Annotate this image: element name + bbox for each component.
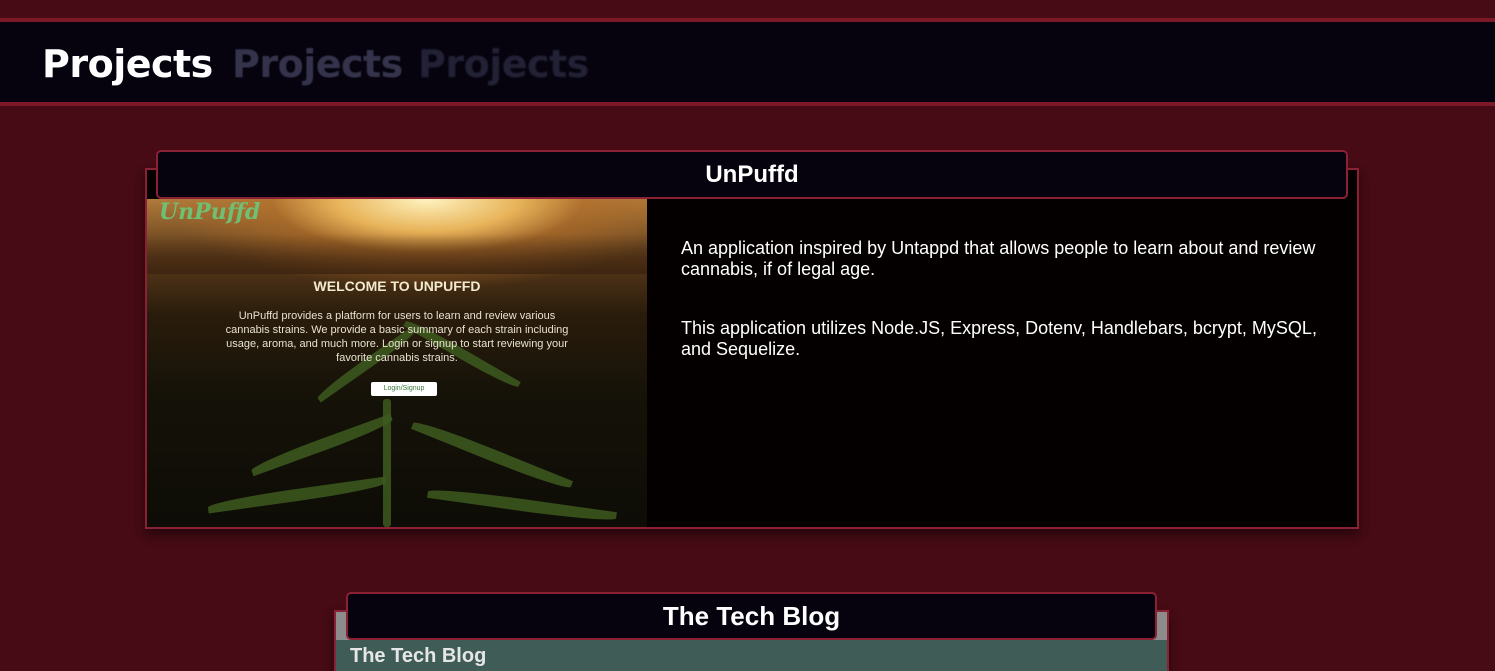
screenshot-login-button: Login/Signup (371, 382, 437, 396)
project-title-unpuffd[interactable]: UnPuffd (156, 150, 1348, 199)
screenshot-hills (147, 234, 647, 274)
project-screenshot-tech-blog[interactable]: The Tech Blog (336, 640, 1167, 671)
leaf-shape (207, 476, 387, 514)
unpuffd-logo: UnPuffd (159, 199, 261, 225)
screenshot-welcome-heading: WELCOME TO UNPUFFD (313, 278, 481, 294)
plant-stem (383, 399, 391, 527)
portfolio-page: Projects Projects Projects UnPuffd WELCO… (0, 0, 1495, 671)
projects-heading: Projects (42, 42, 213, 86)
project-description: An application inspired by Untappd that … (681, 238, 1316, 279)
tech-blog-screenshot-heading: The Tech Blog (350, 645, 487, 667)
leaf-shape (249, 413, 395, 477)
projects-heading-echo-2: Projects (418, 42, 589, 86)
screenshot-description: UnPuffd provides a platform for users to… (225, 310, 569, 364)
project-title-tech-blog[interactable]: The Tech Blog (346, 592, 1157, 640)
project-screenshot-unpuffd[interactable]: UnPuffd WELCOME TO UNPUFFD UnPuffd provi… (147, 199, 647, 527)
leaf-shape (410, 417, 574, 493)
project-tech-stack: This application utilizes Node.JS, Expre… (681, 318, 1317, 359)
projects-heading-echo-1: Projects (232, 42, 403, 86)
page-header: Projects Projects Projects (0, 18, 1495, 106)
leaf-shape (427, 485, 617, 525)
